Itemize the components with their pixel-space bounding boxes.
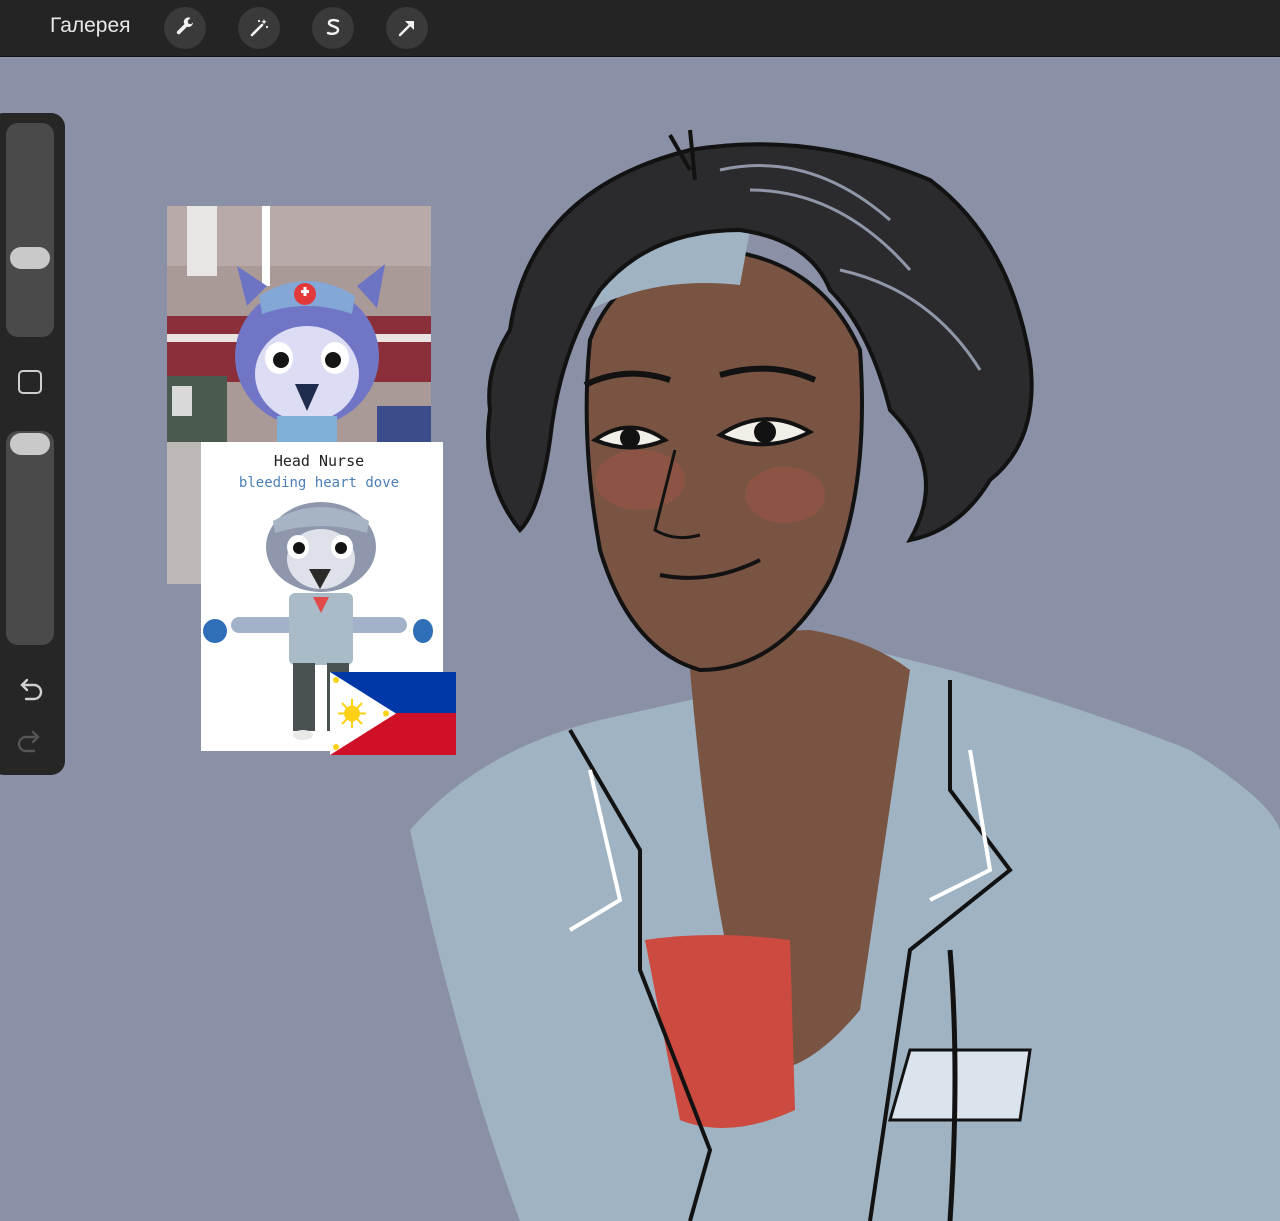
redo-icon[interactable] (16, 729, 44, 755)
transform-arrow-icon (398, 21, 414, 37)
adjustments-button[interactable] (238, 7, 280, 49)
wrench-icon (176, 17, 193, 35)
selection-button[interactable] (312, 7, 354, 49)
brush-sidebar (0, 113, 65, 775)
top-toolbar: Галерея (0, 0, 1280, 57)
opacity-thumb[interactable] (10, 433, 50, 455)
transform-button[interactable] (386, 7, 428, 49)
character-illustration (410, 129, 1280, 1221)
actions-button[interactable] (164, 7, 206, 49)
undo-icon[interactable] (16, 677, 44, 703)
opacity-slider[interactable] (6, 431, 54, 645)
gallery-button[interactable]: Галерея (50, 14, 131, 38)
brush-size-thumb[interactable] (10, 247, 50, 269)
modify-square-icon[interactable] (18, 370, 42, 394)
brush-size-slider[interactable] (6, 123, 54, 337)
selection-s-icon (326, 18, 340, 35)
magic-wand-icon (250, 19, 269, 37)
